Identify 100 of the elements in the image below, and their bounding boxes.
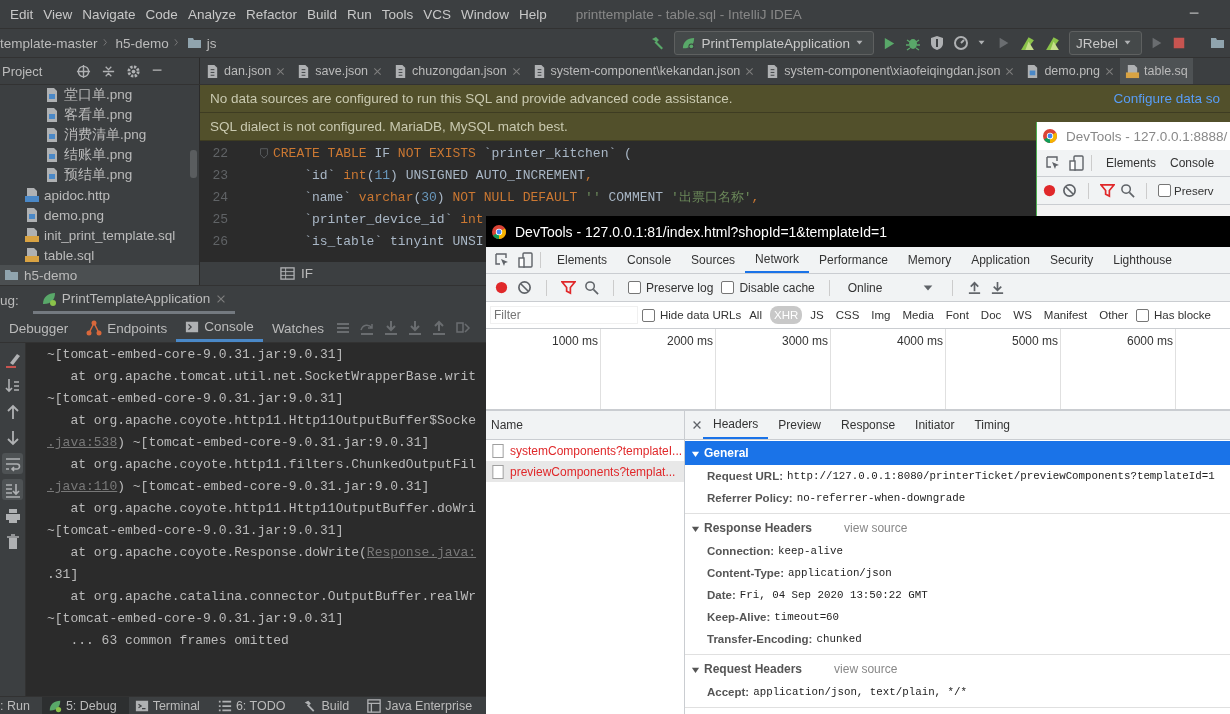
detail-tab[interactable]: Timing: [964, 411, 1020, 439]
window-title: DevTools - 127.0.0.1:81/index.html?shopId=1&templateId=1: [515, 223, 888, 240]
debug-tab[interactable]: Debugger: [0, 314, 78, 342]
timeline-label: 4000 ms: [896, 334, 943, 348]
code-line: `name` varchar(30) NOT NULL DEFAULT '' COMMENT '出票口名称',: [303, 189, 760, 206]
view-source-link[interactable]: view source: [844, 521, 908, 535]
type-filter[interactable]: JS: [806, 306, 828, 324]
devtools-tab[interactable]: Console: [617, 247, 682, 273]
devtools-tab[interactable]: Application: [961, 247, 1040, 273]
menu-item[interactable]: Help: [514, 6, 552, 22]
type-filter[interactable]: WS: [1009, 306, 1036, 324]
tree-item[interactable]: init_print_template.sql: [0, 225, 199, 245]
tool-window-button[interactable]: Build: [297, 697, 362, 714]
checkbox[interactable]: Preserv: [1158, 184, 1214, 197]
menu-item[interactable]: Build: [301, 6, 342, 22]
devtools-tab[interactable]: Elements: [1098, 150, 1163, 176]
editor-tab[interactable]: save.json: [291, 58, 389, 84]
devtools-tab[interactable]: Lighthouse: [1103, 247, 1182, 273]
header-value: no-referrer-when-downgrade: [796, 492, 966, 504]
menu-item[interactable]: View: [38, 6, 78, 22]
menu-item[interactable]: Run: [341, 6, 377, 22]
devtools-tab[interactable]: Console: [1162, 150, 1221, 176]
timeline-label: 3000 ms: [781, 334, 828, 348]
header-name: Accept:: [707, 686, 750, 698]
column-header[interactable]: Name: [491, 418, 523, 432]
editor-tab[interactable]: demo.png: [1020, 58, 1120, 84]
section-header[interactable]: General: [685, 441, 1230, 465]
breadcrumb-item[interactable]: h5-demo: [115, 35, 169, 51]
breadcrumb-item[interactable]: template-master: [0, 35, 98, 51]
menu-item[interactable]: Edit: [5, 6, 39, 22]
tree-item[interactable]: demo.png: [0, 205, 199, 225]
type-filter[interactable]: Font: [941, 306, 973, 324]
project-view-dropdown[interactable]: Project: [2, 63, 43, 79]
detail-tab[interactable]: Preview: [768, 411, 832, 439]
menu-item[interactable]: Analyze: [182, 6, 241, 22]
devtools-tab[interactable]: Performance: [809, 247, 898, 273]
detail-tab[interactable]: Response: [831, 411, 906, 439]
checkbox[interactable]: Disable cache: [721, 280, 815, 295]
request-row[interactable]: previewComponents?templat...: [486, 461, 684, 482]
request-row[interactable]: systemComponents?templateI...: [486, 440, 684, 461]
tool-window-button[interactable]: 6: TODO: [211, 697, 298, 714]
header-name: Referrer Policy:: [707, 492, 793, 504]
section-header[interactable]: Request Headers view source: [685, 657, 1230, 681]
tree-item[interactable]: 预结单.png: [0, 165, 199, 185]
console-line: ~[tomcat-embed-core-9.0.31.jar:9.0.31]: [47, 610, 345, 628]
tree-item[interactable]: 消费清单.png: [0, 125, 199, 145]
type-filter[interactable]: All: [745, 306, 766, 324]
console-line: .java:538) ~[tomcat-embed-core-9.0.31.jar:9.0.31]: [47, 434, 431, 452]
type-filter[interactable]: Manifest: [1039, 306, 1092, 324]
editor-tab[interactable]: system-component\kekandan.json: [526, 58, 761, 84]
type-filter[interactable]: Other: [1095, 306, 1133, 324]
tool-window-button[interactable]: 5: Debug: [41, 697, 129, 714]
editor-tab[interactable]: system-component\xiaofeiqingdan.json: [760, 58, 1021, 84]
type-filter[interactable]: Img: [867, 306, 895, 324]
breadcrumb-item[interactable]: js: [206, 35, 217, 51]
filter-field[interactable]: Filter: [490, 306, 638, 324]
jrebel-dropdown[interactable]: JRebel: [1068, 31, 1142, 55]
tree-item[interactable]: h5-demo: [0, 265, 199, 285]
tree-item[interactable]: table.sql: [0, 245, 199, 265]
line-number: 26: [211, 233, 228, 249]
tree-item[interactable]: apidoc.http: [0, 185, 199, 205]
tool-window-button[interactable]: Terminal: [128, 697, 212, 714]
type-filter[interactable]: Media: [898, 306, 938, 324]
checkbox[interactable]: Preserve log: [628, 280, 714, 295]
checkbox[interactable]: Has blocke: [1136, 308, 1211, 322]
devtools-tab[interactable]: Memory: [897, 247, 962, 273]
devtools-tab[interactable]: Sources: [681, 247, 746, 273]
session-tab[interactable]: PrintTemplateApplication: [32, 286, 236, 314]
tree-item[interactable]: 客看单.png: [0, 105, 199, 125]
menu-item[interactable]: Navigate: [77, 6, 141, 22]
menu-item[interactable]: Code: [140, 6, 183, 22]
devtools-tab[interactable]: Security: [1039, 247, 1104, 273]
tree-item[interactable]: 结账单.png: [0, 145, 199, 165]
devtools-tab[interactable]: Elements: [547, 247, 618, 273]
type-filter[interactable]: CSS: [831, 306, 864, 324]
debug-tab[interactable]: Endpoints: [77, 314, 177, 342]
tree-item[interactable]: 堂口单.png: [0, 85, 199, 105]
editor-tab[interactable]: chuzongdan.json: [388, 58, 527, 84]
editor-tab[interactable]: dan.json: [200, 58, 292, 84]
header-name: Content-Type:: [707, 567, 785, 579]
detail-tab[interactable]: Headers: [703, 411, 769, 439]
header-name: Request URL:: [707, 470, 784, 482]
tool-window-button[interactable]: Java Enterprise: [361, 697, 485, 714]
view-source-link[interactable]: view source: [834, 662, 898, 676]
menu-item[interactable]: Refactor: [240, 6, 302, 22]
menu-item[interactable]: Tools: [376, 6, 419, 22]
tool-window-button[interactable]: : Run: [0, 697, 42, 714]
structure-path[interactable]: IF: [301, 266, 313, 281]
debug-tab[interactable]: Watches: [262, 314, 333, 342]
type-filter[interactable]: Doc: [976, 306, 1006, 324]
section-header[interactable]: Response Headers view source: [685, 516, 1230, 540]
checkbox[interactable]: Hide data URLs: [642, 308, 742, 322]
detail-tab[interactable]: Initiator: [905, 411, 965, 439]
banner-text: No data sources are configured to run this SQL and provide advanced code assistance.: [210, 91, 733, 106]
menu-item[interactable]: Window: [456, 6, 515, 22]
menu-item[interactable]: VCS: [418, 6, 456, 22]
throttling-dropdown[interactable]: Online: [843, 280, 939, 295]
timeline-label: 6000 ms: [1126, 334, 1173, 348]
editor-tab[interactable]: table.sq: [1120, 58, 1193, 84]
run-configuration-dropdown[interactable]: PrintTemplateApplication: [674, 31, 874, 55]
